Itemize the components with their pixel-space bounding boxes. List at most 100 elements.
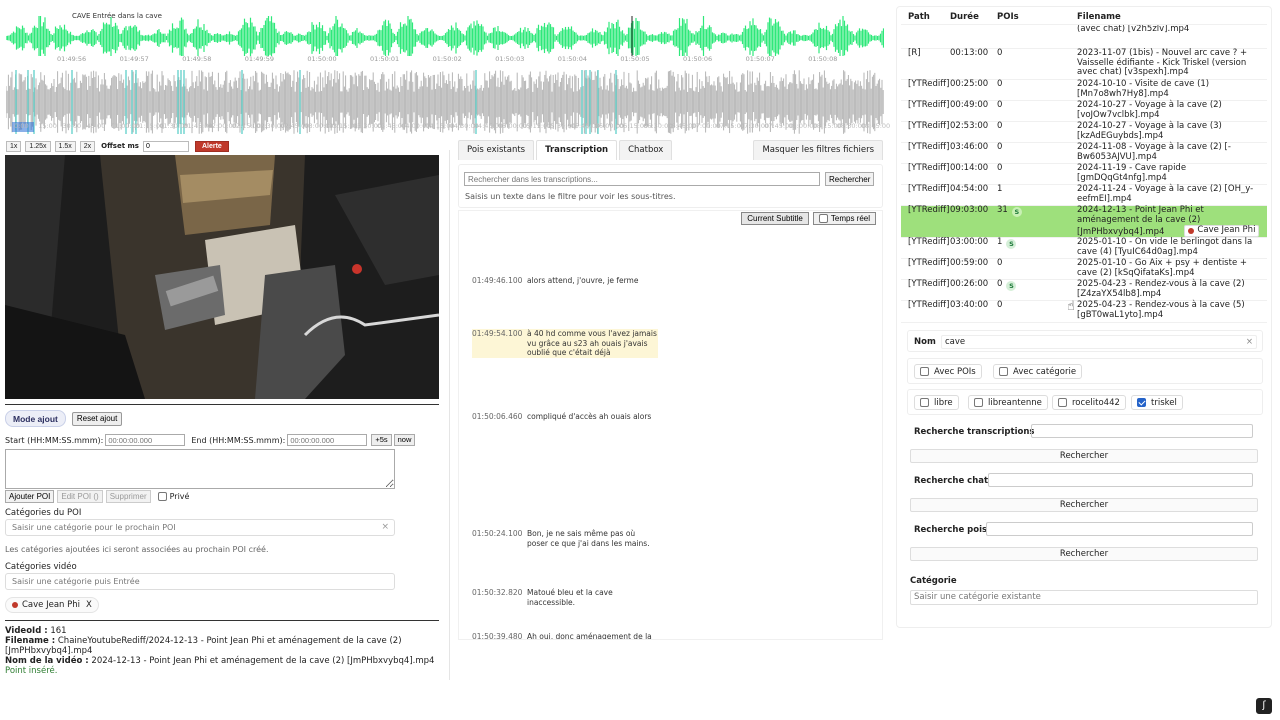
poi-category-input[interactable]: Saisir une catégorie pour le prochain PO… [5, 519, 395, 536]
transcript-cue[interactable]: 01:50:24.100 Bon, je ne sais même pas où… [472, 529, 658, 548]
tab-pois-existants[interactable]: Pois existants [458, 140, 535, 160]
waveform-panel[interactable]: CAVE Entrée dans la cave 01:49:56 01:49:5… [0, 0, 890, 142]
time-tick-label: 01:49:59 [244, 55, 274, 63]
transcript-cue[interactable]: 01:50:32.820 Matoué bleu et la cave inac… [472, 588, 658, 607]
source-triskel-label: triskel [1151, 397, 1177, 408]
file-path: [YTRediff] [908, 279, 950, 289]
waveform-zoomed[interactable] [6, 16, 884, 56]
cue-text: Matoué bleu et la cave inaccessible. [527, 588, 613, 607]
file-row[interactable]: [YTRediff] 02:53:00 0 2024-10-27 - Voyage à… [901, 121, 1267, 143]
speed-1-5x-button[interactable]: 1.5x [54, 140, 76, 152]
file-path: [YTRediff] [908, 100, 950, 110]
source-libre-checkbox[interactable] [920, 398, 929, 407]
transcription-search-button[interactable]: Rechercher [825, 172, 875, 186]
app-logo-icon[interactable]: ʃ [1256, 698, 1272, 714]
mask-file-filters-button[interactable]: Masquer les filtres fichiers [753, 140, 883, 160]
current-subtitle-button[interactable]: Current Subtitle [741, 212, 809, 225]
file-row-selected[interactable]: [YTRediff] 09:03:00 31 S 2024-12-13 - Point … [901, 205, 1267, 238]
tag-color-dot [1188, 227, 1195, 234]
video-player[interactable] [5, 155, 439, 399]
transcription-filter-input[interactable] [1031, 424, 1253, 438]
with-pois-checkbox[interactable] [920, 367, 929, 376]
source-rocelito442-checkbox[interactable] [1058, 398, 1067, 407]
cue-text: Ah oui, donc aménagement de la [527, 632, 652, 640]
chat-filter-input[interactable] [988, 473, 1253, 487]
delete-poi-button[interactable]: Supprimer [105, 490, 151, 503]
transcript-cue[interactable]: 01:50:39.480 Ah oui, donc aménagement de… [472, 632, 658, 640]
mode-add-button[interactable]: Mode ajout [5, 410, 66, 427]
subtitle-controls: Current Subtitle Temps réel [741, 212, 876, 225]
realtime-checkbox[interactable] [818, 214, 828, 223]
file-path: [YTRediff] [908, 121, 950, 131]
speed-1-25x-button[interactable]: 1.25x [25, 140, 51, 152]
search-transcriptions-button[interactable]: Rechercher [910, 449, 1258, 463]
transcription-list[interactable]: Current Subtitle Temps réel 01:49:46.100… [458, 210, 883, 640]
file-name: 2024-11-08 - Voyage à la cave (2) [-Bw60… [1030, 142, 1267, 163]
pois-filter-input[interactable] [986, 522, 1253, 536]
with-category-checkbox[interactable] [999, 367, 1008, 376]
source-libreantenne-filter[interactable]: libreantenne [968, 395, 1048, 410]
private-checkbox[interactable] [157, 492, 167, 501]
name-filter-input[interactable]: cave × [941, 335, 1257, 349]
file-row[interactable]: [YTRediff] 00:25:00 0 2024-10-10 - Visite d… [901, 79, 1267, 101]
now-button[interactable]: now [393, 434, 416, 446]
clear-icon[interactable]: × [381, 522, 389, 532]
search-pois-button[interactable]: Rechercher [910, 547, 1258, 561]
file-row[interactable]: (avec chat) [v2h5zlv].mp4 [901, 25, 1267, 49]
search-chat-button[interactable]: Rechercher [910, 498, 1258, 512]
source-libre-filter[interactable]: libre [914, 395, 959, 410]
transcription-search-input[interactable] [464, 172, 820, 186]
tag-remove-button[interactable]: X [86, 600, 92, 610]
transcript-cue[interactable]: 01:50:06.460 compliqué d'accès ah ouais … [472, 412, 658, 422]
video-info: VideoId : 161 Filename : ChaineYoutubeRe… [5, 626, 435, 676]
category-filter-input[interactable]: Saisir une catégorie existante [910, 590, 1258, 605]
file-row[interactable]: [YTRediff] 04:54:00 1 2024-11-24 - Voyage à… [901, 184, 1267, 206]
video-category-input[interactable]: Saisir une catégorie puis Entrée [5, 573, 395, 590]
video-category-tag: Cave Jean Phi X [5, 597, 99, 613]
clear-icon[interactable]: × [1246, 336, 1253, 348]
add-poi-button[interactable]: Ajouter POI [5, 490, 55, 503]
file-row[interactable]: [YTRediff] 00:14:00 0 2024-11-19 - Cave rap… [901, 163, 1267, 185]
with-pois-filter[interactable]: Avec POIs [914, 364, 982, 379]
realtime-toggle[interactable]: Temps réel [812, 212, 876, 225]
file-name-text: 2025-01-10 - Go Aix + psy + dentiste + c… [1077, 258, 1247, 278]
transcript-cue-highlighted[interactable]: 01:49:54.100 à 40 hd comme vous l'avez j… [472, 329, 658, 358]
offset-input[interactable] [142, 140, 189, 152]
file-row[interactable]: [YTRediff] 03:46:00 0 2024-11-08 - Voyage à… [901, 142, 1267, 164]
source-rocelito442-filter[interactable]: rocelito442 [1052, 395, 1126, 410]
source-triskel-checkbox[interactable] [1137, 398, 1146, 407]
source-libre-label: libre [934, 397, 953, 408]
speed-1x-button[interactable]: 1x [6, 140, 22, 152]
tab-transcription[interactable]: Transcription [536, 140, 618, 160]
subtitle-badge-icon: S [1006, 281, 1017, 291]
file-duration: 02:53:00 [950, 121, 989, 131]
transcript-cue[interactable]: 01:49:46.100 alors attend, j'ouvre, je f… [472, 276, 658, 286]
tab-chatbox[interactable]: Chatbox [619, 140, 673, 160]
tag-color-dot [12, 602, 18, 608]
file-path: [YTRediff] [908, 237, 950, 247]
alert-button[interactable]: Alerte [194, 140, 229, 152]
video-category-placeholder: Saisir une catégorie puis Entrée [12, 577, 140, 586]
source-triskel-filter[interactable]: triskel [1131, 395, 1183, 410]
with-category-filter[interactable]: Avec catégorie [993, 364, 1083, 379]
file-row[interactable]: [YTRediff] 00:59:00 0 2025-01-10 - Go Aix +… [901, 258, 1267, 280]
start-time-input[interactable] [105, 434, 186, 446]
file-row[interactable]: [YTRediff] 00:49:00 0 2024-10-27 - Voyage à… [901, 100, 1267, 122]
time-tick-label: 01:50:04 [557, 55, 587, 63]
end-time-input[interactable] [287, 434, 368, 446]
file-row[interactable]: [YTRediff] 03:00:00 1 S 2025-01-10 - On vide… [901, 237, 1267, 259]
file-pois-cell: 0 [997, 142, 1030, 163]
file-pois-cell: 0S [997, 279, 1030, 300]
file-row[interactable]: [R] 00:13:00 0 2023-11-07 (1bis) - Nouvel a… [901, 48, 1267, 80]
file-row[interactable]: [YTRediff] 03:40:00 0 2025-04-23 - Rendez-v… [901, 300, 1267, 323]
cue-text: alors attend, j'ouvre, je ferme [527, 276, 639, 285]
poi-note-textarea[interactable] [5, 449, 395, 489]
reset-add-button[interactable]: Reset ajout [71, 411, 123, 426]
category-label: Catégorie [910, 576, 957, 586]
source-libreantenne-checkbox[interactable] [974, 398, 983, 407]
file-row[interactable]: [YTRediff] 00:26:00 0 S 2025-04-23 - Rendez-… [901, 279, 1267, 301]
plus-5s-button[interactable]: +5s [371, 434, 392, 446]
edit-poi-button[interactable]: Edit POI () [57, 490, 103, 503]
speed-2x-button[interactable]: 2x [79, 140, 96, 152]
file-name: 2024-11-24 - Voyage à la cave (2) [OH_y-… [1030, 184, 1267, 205]
